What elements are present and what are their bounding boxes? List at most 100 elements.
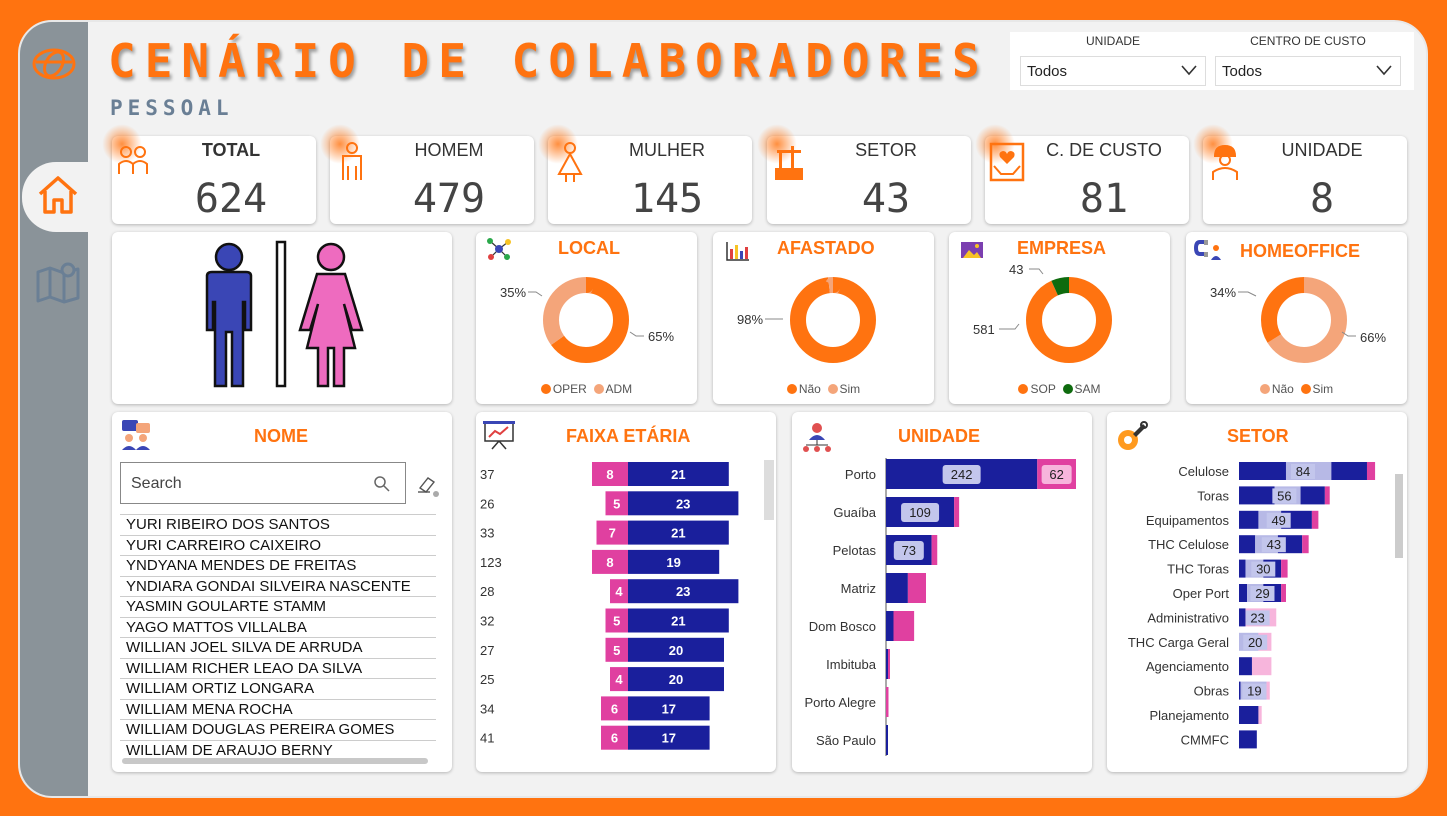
bar-segment[interactable]	[1239, 559, 1246, 578]
bar-segment[interactable]	[1239, 706, 1259, 724]
search-icon[interactable]	[374, 476, 390, 492]
tick-label: Toras	[1197, 488, 1229, 503]
bar-segment[interactable]	[1239, 462, 1286, 480]
bar-segment[interactable]	[1239, 730, 1257, 749]
wrench-gear-icon	[1118, 421, 1148, 450]
data-label: 23	[1250, 610, 1264, 625]
bar-segment[interactable]	[1239, 584, 1248, 602]
list-item[interactable]: YURI CARREIRO CAIXEIRO	[120, 534, 436, 556]
list-item[interactable]: WILLIAM ORTIZ LONGARA	[120, 678, 436, 699]
data-label: 4	[615, 672, 623, 687]
data-label: 20	[1248, 635, 1262, 650]
bar-segment[interactable]	[1239, 657, 1252, 676]
kpi-label: HOMEM	[414, 140, 484, 160]
home-icon[interactable]	[34, 170, 82, 218]
chart-legend: Não Sim	[1186, 382, 1407, 396]
bar-segment[interactable]	[886, 573, 908, 603]
chevron-down-icon	[1181, 65, 1197, 76]
legend-dot	[1300, 384, 1311, 394]
tick-label: Porto	[845, 467, 876, 482]
list-item[interactable]: WILLIAM DOUGLAS PEREIRA GOMES	[120, 719, 436, 740]
kpi-value: 624	[194, 176, 268, 222]
data-label: 8	[606, 467, 613, 482]
bar-segment[interactable]	[1366, 462, 1376, 480]
centro-custo-dropdown[interactable]: Todos	[1215, 56, 1401, 86]
card-title: UNIDADE	[898, 426, 981, 446]
kpi-mulher: MULHER 145	[538, 124, 752, 224]
tick-label: Porto Alegre	[804, 695, 876, 710]
tick-label: THC Carga Geral	[1128, 635, 1229, 650]
list-item[interactable]: WILLIAM RICHER LEAO DA SILVA	[120, 657, 436, 679]
list-item[interactable]: WILLIAM DE ARAUJO BERNY	[120, 739, 436, 761]
bar-segment[interactable]	[1331, 462, 1367, 480]
bar-segment[interactable]	[1281, 584, 1286, 602]
legend-dot	[786, 384, 797, 394]
bar-segment[interactable]	[1258, 706, 1262, 724]
bar-segment[interactable]	[954, 497, 960, 527]
data-label: 23	[676, 496, 690, 511]
donut-card-afastado: AFASTADO 98% Não Sim	[713, 232, 934, 404]
bar-segment[interactable]	[1300, 486, 1325, 505]
kpi-label: TOTAL	[201, 140, 261, 160]
bar-segment[interactable]	[888, 649, 890, 679]
legend-dot	[1018, 384, 1029, 394]
bar-segment[interactable]	[886, 687, 889, 717]
data-label: 62	[1049, 467, 1063, 482]
bar-segment[interactable]	[1239, 535, 1256, 554]
data-label: 242	[951, 467, 973, 482]
man-icon	[342, 142, 362, 180]
gender-figures-icon	[205, 240, 364, 388]
list-item[interactable]: YASMIN GOULARTE STAMM	[120, 596, 436, 617]
legend-dot	[1062, 384, 1073, 394]
bar-segment[interactable]	[1324, 486, 1330, 505]
tick-label: Equipamentos	[1146, 513, 1230, 528]
bar-segment[interactable]	[1239, 510, 1259, 529]
eraser-icon[interactable]	[416, 474, 442, 498]
bar-segment[interactable]	[1281, 559, 1288, 578]
tick-label: 25	[480, 672, 494, 687]
vertical-scrollbar[interactable]	[1395, 474, 1403, 558]
horizontal-scrollbar[interactable]	[122, 758, 428, 764]
bar-segment[interactable]	[1251, 657, 1272, 676]
bar-segment[interactable]	[1311, 510, 1319, 529]
tick-label: 41	[480, 731, 494, 746]
chevron-down-icon	[1376, 65, 1392, 76]
chart-legend: SOP SAM	[949, 382, 1170, 396]
data-label: 109	[909, 505, 931, 520]
legend-label: OPER	[552, 382, 587, 396]
bar-segment[interactable]	[1239, 608, 1246, 627]
list-item[interactable]: YNDIARA GONDAI SILVEIRA NASCENTE	[120, 575, 436, 597]
map-icon[interactable]	[34, 258, 82, 306]
tick-label: Matriz	[841, 581, 876, 596]
bar-segment[interactable]	[886, 649, 888, 679]
vertical-scrollbar[interactable]	[764, 460, 774, 520]
bar-segment[interactable]	[931, 535, 938, 565]
tick-label: 32	[480, 614, 494, 629]
search-input[interactable]: Search	[120, 462, 406, 504]
kpi-label: UNIDADE	[1281, 140, 1363, 160]
bar-segment[interactable]	[886, 611, 894, 641]
bar-segment[interactable]	[886, 725, 888, 755]
donut-card-empresa: EMPRESA 43 581 SOP SAM	[949, 232, 1170, 404]
bar-segment[interactable]	[907, 573, 926, 603]
bar-segment[interactable]	[1239, 486, 1275, 505]
tick-label: Agenciamento	[1146, 659, 1229, 674]
leader-lines	[1238, 291, 1356, 337]
list-item[interactable]: YAGO MATTOS VILLALBA	[120, 616, 436, 638]
unidade-card: UNIDADE Porto 242 62 Guaíba 109 Pelotas 73 Matr…	[792, 412, 1092, 772]
bar-segment[interactable]	[1302, 535, 1309, 554]
bar-segment[interactable]	[1266, 681, 1270, 700]
list-item[interactable]: YURI RIBEIRO DOS SANTOS	[120, 514, 436, 535]
faixa-etaria-card: FAIXA ETÁRIA 37 8 21 26 5 23 33 7 21 123 8 19 28 4 23 3…	[476, 412, 776, 772]
unidade-dropdown[interactable]: Todos	[1020, 56, 1206, 86]
list-item[interactable]: WILLIAM MENA ROCHA	[120, 698, 436, 720]
heart-hands-icon	[989, 142, 1025, 182]
list-item[interactable]: WILLIAN JOEL SILVA DE ARRUDA	[120, 637, 436, 658]
bar-segment[interactable]	[1239, 681, 1241, 700]
kpi-label: SETOR	[855, 140, 917, 160]
chat-people-icon	[122, 420, 150, 450]
list-item[interactable]: YNDYANA MENDES DE FREITAS	[120, 555, 436, 576]
bar-segment[interactable]	[893, 611, 915, 641]
tick-label: Planejamento	[1150, 708, 1230, 723]
legend-dot	[827, 384, 838, 394]
